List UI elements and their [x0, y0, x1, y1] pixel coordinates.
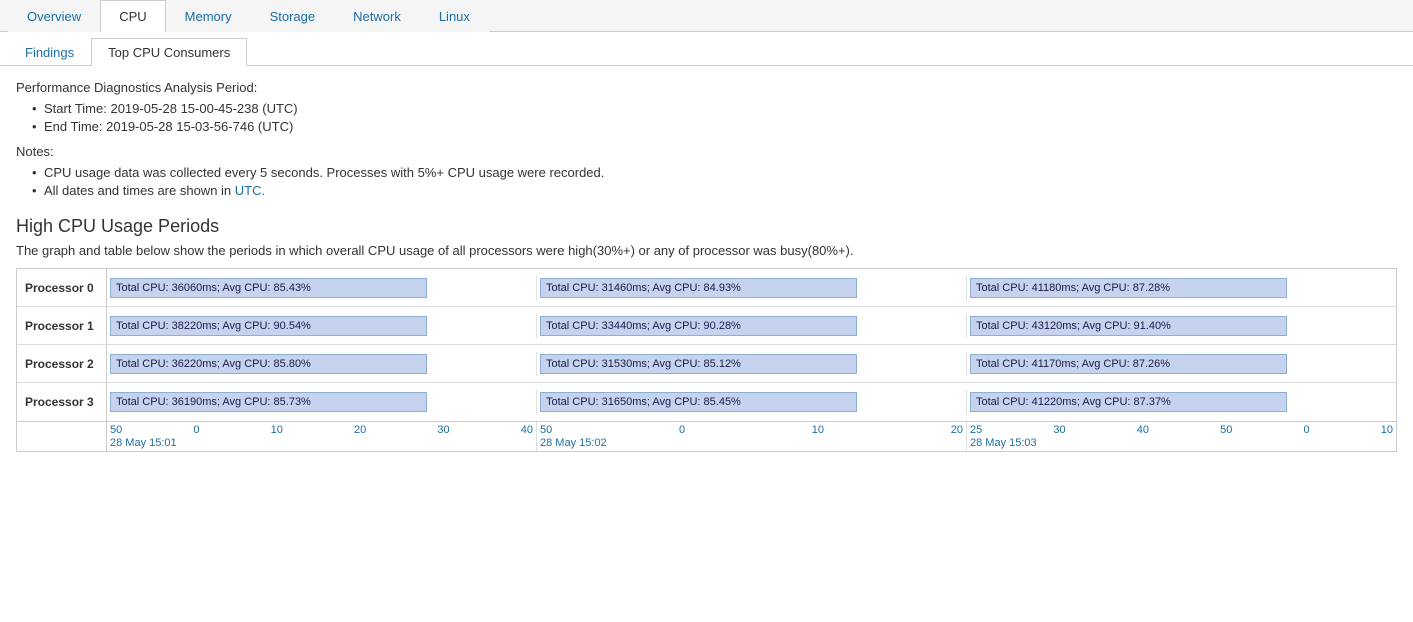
tick-20b: 20	[951, 424, 963, 436]
processor-2-bars: Total CPU: 36220ms; Avg CPU: 85.80% Tota…	[107, 345, 1396, 382]
notes-label: Notes:	[16, 144, 1397, 159]
tab-overview[interactable]: Overview	[8, 0, 100, 32]
tick-0b: 0	[679, 424, 685, 436]
tab-linux[interactable]: Linux	[420, 0, 489, 32]
main-content: Performance Diagnostics Analysis Period:…	[0, 66, 1413, 466]
tab-storage[interactable]: Storage	[251, 0, 335, 32]
seg-0-2: Total CPU: 41180ms; Avg CPU: 87.28%	[967, 276, 1396, 300]
top-tabs-container: Overview CPU Memory Storage Network Linu…	[0, 0, 1413, 466]
tick-20a: 20	[354, 424, 366, 436]
cpu-chart: Processor 0 Total CPU: 36060ms; Avg CPU:…	[16, 268, 1397, 452]
bar-2-2: Total CPU: 41170ms; Avg CPU: 87.26%	[970, 354, 1287, 374]
processor-0-bars: Total CPU: 36060ms; Avg CPU: 85.43% Tota…	[107, 269, 1396, 306]
bar-1-2: Total CPU: 43120ms; Avg CPU: 91.40%	[970, 316, 1287, 336]
bar-2-0: Total CPU: 36220ms; Avg CPU: 85.80%	[110, 354, 427, 374]
bar-3-2: Total CPU: 41220ms; Avg CPU: 87.37%	[970, 392, 1287, 412]
table-row: Processor 1 Total CPU: 38220ms; Avg CPU:…	[17, 307, 1396, 345]
seg-3-2: Total CPU: 41220ms; Avg CPU: 87.37%	[967, 390, 1396, 414]
tick-30c: 30	[1053, 424, 1065, 436]
seg-0-1: Total CPU: 31460ms; Avg CPU: 84.93%	[537, 276, 967, 300]
bar-0-0: Total CPU: 36060ms; Avg CPU: 85.43%	[110, 278, 427, 298]
seg-3-1: Total CPU: 31650ms; Avg CPU: 85.45%	[537, 390, 967, 414]
bar-3-1: Total CPU: 31650ms; Avg CPU: 85.45%	[540, 392, 857, 412]
seg-1-0: Total CPU: 38220ms; Avg CPU: 90.54%	[107, 314, 537, 338]
axis-segment-2: 25 30 40 50 0 10 28 May 15:03	[967, 422, 1396, 451]
analysis-start-time: Start Time: 2019-05-28 15-00-45-238 (UTC…	[32, 101, 1397, 116]
top-tabs: Overview CPU Memory Storage Network Linu…	[0, 0, 1413, 32]
axis-spacer	[17, 422, 107, 451]
tick-numbers-1: 50 0 10 20	[540, 424, 963, 436]
tick-50c: 50	[1220, 424, 1232, 436]
tick-date-1: 28 May 15:02	[540, 436, 963, 449]
analysis-list: Start Time: 2019-05-28 15-00-45-238 (UTC…	[16, 101, 1397, 134]
table-row: Processor 3 Total CPU: 36190ms; Avg CPU:…	[17, 383, 1396, 421]
utc-link[interactable]: UTC.	[235, 183, 265, 198]
axis-segment-0: 50 0 10 20 30 40 28 May 15:01	[107, 422, 537, 451]
bar-2-1: Total CPU: 31530ms; Avg CPU: 85.12%	[540, 354, 857, 374]
tick-50b: 50	[540, 424, 552, 436]
tick-10b: 10	[812, 424, 824, 436]
tick-10c: 10	[1381, 424, 1393, 436]
tick-40c: 40	[1137, 424, 1149, 436]
tick-40a: 40	[521, 424, 533, 436]
bar-1-1: Total CPU: 33440ms; Avg CPU: 90.28%	[540, 316, 857, 336]
tick-0c: 0	[1304, 424, 1310, 436]
processor-0-label: Processor 0	[17, 269, 107, 306]
tick-30a: 30	[437, 424, 449, 436]
table-row: Processor 2 Total CPU: 36220ms; Avg CPU:…	[17, 345, 1396, 383]
high-cpu-title: High CPU Usage Periods	[16, 216, 1397, 237]
tick-50a: 50	[110, 424, 122, 436]
processor-3-bars: Total CPU: 36190ms; Avg CPU: 85.73% Tota…	[107, 383, 1396, 421]
subtab-top-cpu-consumers[interactable]: Top CPU Consumers	[91, 38, 247, 66]
bar-1-0: Total CPU: 38220ms; Avg CPU: 90.54%	[110, 316, 427, 336]
processor-2-label: Processor 2	[17, 345, 107, 382]
seg-1-2: Total CPU: 43120ms; Avg CPU: 91.40%	[967, 314, 1396, 338]
seg-3-0: Total CPU: 36190ms; Avg CPU: 85.73%	[107, 390, 537, 414]
tick-25c: 25	[970, 424, 982, 436]
seg-2-0: Total CPU: 36220ms; Avg CPU: 85.80%	[107, 352, 537, 376]
bar-0-1: Total CPU: 31460ms; Avg CPU: 84.93%	[540, 278, 857, 298]
high-cpu-desc: The graph and table below show the perio…	[16, 243, 1397, 258]
table-row: Processor 0 Total CPU: 36060ms; Avg CPU:…	[17, 269, 1396, 307]
analysis-period-label: Performance Diagnostics Analysis Period:	[16, 80, 1397, 95]
tick-10a: 10	[271, 424, 283, 436]
notes-list: CPU usage data was collected every 5 sec…	[16, 165, 1397, 198]
tick-date-0: 28 May 15:01	[110, 436, 533, 449]
seg-1-1: Total CPU: 33440ms; Avg CPU: 90.28%	[537, 314, 967, 338]
bar-3-0: Total CPU: 36190ms; Avg CPU: 85.73%	[110, 392, 427, 412]
seg-0-0: Total CPU: 36060ms; Avg CPU: 85.43%	[107, 276, 537, 300]
processor-3-label: Processor 3	[17, 383, 107, 421]
notes-item-1: CPU usage data was collected every 5 sec…	[32, 165, 1397, 180]
tab-memory[interactable]: Memory	[166, 0, 251, 32]
analysis-end-time: End Time: 2019-05-28 15-03-56-746 (UTC)	[32, 119, 1397, 134]
axis-segment-1: 50 0 10 20 28 May 15:02	[537, 422, 967, 451]
seg-2-2: Total CPU: 41170ms; Avg CPU: 87.26%	[967, 352, 1396, 376]
bar-0-2: Total CPU: 41180ms; Avg CPU: 87.28%	[970, 278, 1287, 298]
tick-0a: 0	[193, 424, 199, 436]
axis-row: 50 0 10 20 30 40 28 May 15:01 50 0	[17, 421, 1396, 451]
subtab-findings[interactable]: Findings	[8, 38, 91, 66]
notes-item-2: All dates and times are shown in UTC.	[32, 183, 1397, 198]
axis-ticks: 50 0 10 20 30 40 28 May 15:01 50 0	[107, 422, 1396, 451]
processor-1-bars: Total CPU: 38220ms; Avg CPU: 90.54% Tota…	[107, 307, 1396, 344]
tick-date-2: 28 May 15:03	[970, 436, 1393, 449]
sub-tabs: Findings Top CPU Consumers	[0, 38, 1413, 66]
tick-numbers-0: 50 0 10 20 30 40	[110, 424, 533, 436]
tab-network[interactable]: Network	[334, 0, 420, 32]
processor-1-label: Processor 1	[17, 307, 107, 344]
tab-cpu[interactable]: CPU	[100, 0, 165, 32]
seg-2-1: Total CPU: 31530ms; Avg CPU: 85.12%	[537, 352, 967, 376]
tick-numbers-2: 25 30 40 50 0 10	[970, 424, 1393, 436]
